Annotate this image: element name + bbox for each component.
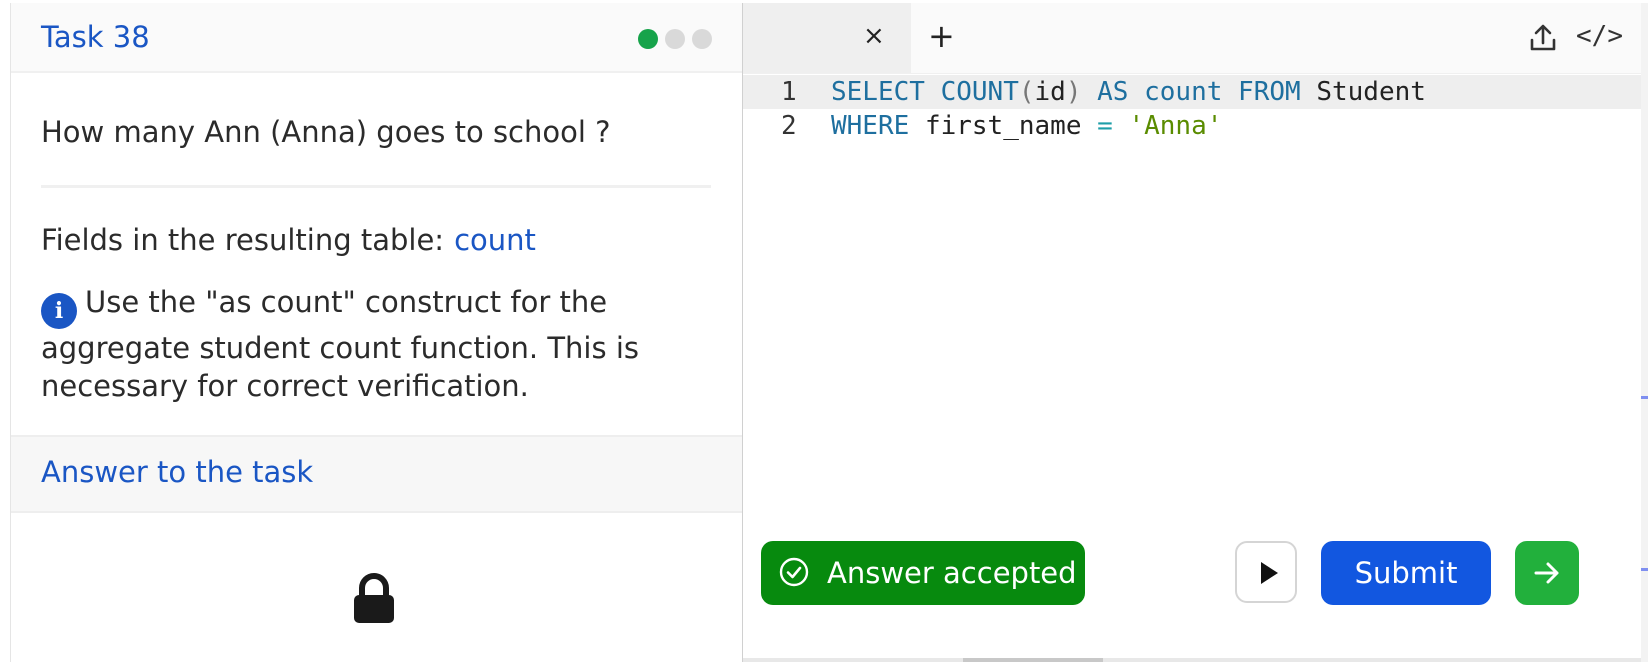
check-circle-icon [779,557,809,587]
submit-button[interactable]: Submit [1321,541,1491,605]
code-token: WHERE [831,111,910,141]
code-token: Student [1316,77,1426,107]
code-token: SELECT [831,77,925,107]
code-line[interactable]: 1 SELECT COUNT(id) AS count FROM Student [743,75,1648,109]
progress-dot[interactable] [665,29,685,49]
divider [41,185,711,188]
answer-link[interactable]: Answer to the task [41,455,313,489]
task-panel: Task 38 How many Ann (Anna) goes to scho… [10,3,742,662]
scrollbar-thumb[interactable] [963,658,1103,662]
code-token: id [1034,77,1066,107]
code-token: ) [1065,77,1082,107]
editor-tabbar: × + </> [743,3,1648,74]
add-tab-icon[interactable]: + [928,17,955,55]
arrow-right-icon [1534,562,1559,584]
progress-dots [638,29,712,49]
task-title: Task 38 [41,20,150,54]
lock-icon [354,573,394,623]
result-fields: Fields in the resulting table: count [41,223,536,257]
close-tab-icon[interactable]: × [863,21,885,51]
line-number: 2 [781,111,797,141]
code-editor[interactable]: 1 SELECT COUNT(id) AS count FROM Student… [743,75,1648,143]
code-token: count [1144,77,1223,107]
code-text: SELECT COUNT(id) AS count FROM Student [831,75,1426,109]
horizontal-scrollbar[interactable] [743,658,1648,662]
line-number: 1 [781,77,797,107]
info-icon: i [41,293,77,329]
code-line[interactable]: 2 WHERE first_name = 'Anna' [743,109,1648,143]
code-token: AS [1097,77,1129,107]
answer-accepted-badge: Answer accepted [761,541,1085,605]
status-text: Answer accepted [827,556,1077,590]
next-button[interactable] [1515,541,1579,605]
hint: i Use the "as count" construct for the ag… [41,283,681,405]
answer-section[interactable]: Answer to the task [11,435,742,513]
hint-text: Use the "as count" construct for the agg… [41,285,639,403]
code-token: first_name [924,111,1082,141]
progress-dot-done[interactable] [638,29,658,49]
code-token: ( [1018,77,1035,107]
run-button[interactable] [1235,541,1297,603]
fields-value: count [454,223,536,257]
task-header: Task 38 [11,3,742,73]
code-token: = [1097,111,1113,141]
fields-label: Fields in the resulting table: [41,223,445,257]
code-icon[interactable]: </> [1576,21,1623,51]
upload-icon[interactable] [1529,23,1557,53]
editor-tab[interactable] [743,3,911,73]
code-token: FROM [1238,77,1301,107]
edge-marker [1641,568,1648,571]
edge-marker [1641,396,1648,399]
code-token: COUNT [940,77,1019,107]
progress-dot[interactable] [692,29,712,49]
task-question: How many Ann (Anna) goes to school ? [41,115,611,149]
code-text: WHERE first_name = 'Anna' [831,109,1222,143]
play-icon [1261,562,1278,584]
editor-panel: × + </> 1 SELECT COUNT(id) AS count FROM… [742,3,1648,662]
code-token: 'Anna' [1128,111,1223,141]
edge-strip [1641,3,1648,662]
